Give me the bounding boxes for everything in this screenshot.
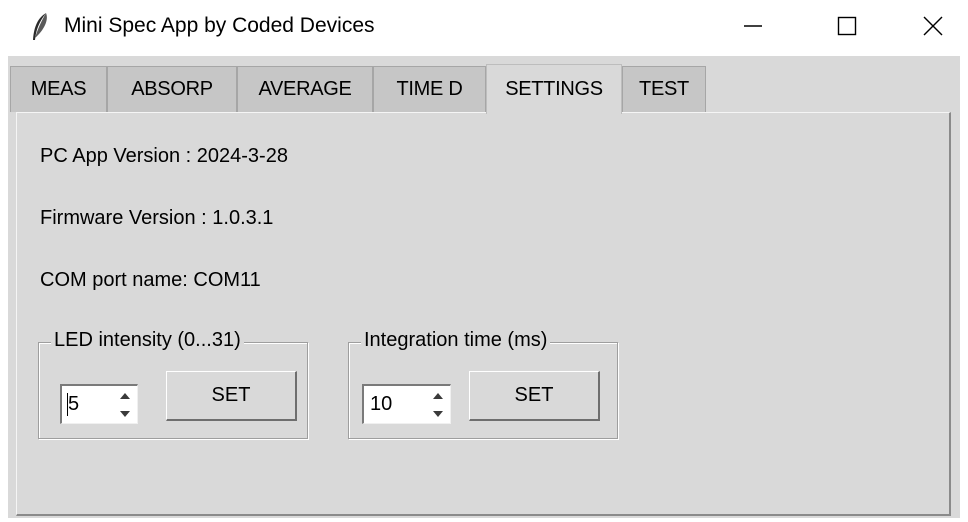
led-intensity-value: 5: [68, 393, 80, 415]
tab-time-d[interactable]: TIME D: [373, 66, 486, 112]
integration-set-button[interactable]: SET: [469, 371, 600, 421]
maximize-icon: [837, 16, 857, 36]
tab-meas[interactable]: MEAS: [10, 66, 107, 112]
spin-up-arrow-icon[interactable]: [428, 387, 448, 405]
close-button[interactable]: [888, 0, 968, 52]
firmware-version-label: Firmware Version : 1.0.3.1: [40, 207, 274, 229]
text-cursor: [67, 393, 68, 416]
maximize-button[interactable]: [802, 0, 892, 52]
pc-app-version-label: PC App Version : 2024-3-28: [40, 145, 288, 167]
feather-icon: [33, 13, 47, 40]
minimize-icon: [744, 25, 762, 27]
integration-time-spinbox[interactable]: 10: [362, 384, 451, 424]
title-bar: Mini Spec App by Coded Devices: [0, 0, 968, 56]
led-intensity-spinbox[interactable]: 5: [60, 384, 138, 424]
spin-arrows: [115, 387, 135, 423]
tab-absorp[interactable]: ABSORP: [107, 66, 237, 112]
spin-arrows: [428, 387, 448, 423]
tab-average[interactable]: AVERAGE: [237, 66, 373, 112]
spin-down-arrow-icon[interactable]: [428, 405, 448, 423]
com-port-label: COM port name: COM11: [40, 269, 261, 291]
tab-settings[interactable]: SETTINGS: [486, 64, 622, 114]
spin-up-arrow-icon[interactable]: [115, 387, 135, 405]
spin-down-arrow-icon[interactable]: [115, 405, 135, 423]
window-title: Mini Spec App by Coded Devices: [64, 14, 375, 37]
minimize-button[interactable]: [708, 0, 798, 52]
led-intensity-legend: LED intensity (0...31): [51, 329, 244, 352]
settings-panel: [16, 112, 951, 516]
integration-time-legend: Integration time (ms): [361, 329, 551, 352]
close-icon: [923, 16, 943, 36]
tab-test[interactable]: TEST: [622, 66, 706, 112]
integration-time-value: 10: [370, 393, 393, 415]
led-set-button[interactable]: SET: [166, 371, 297, 421]
